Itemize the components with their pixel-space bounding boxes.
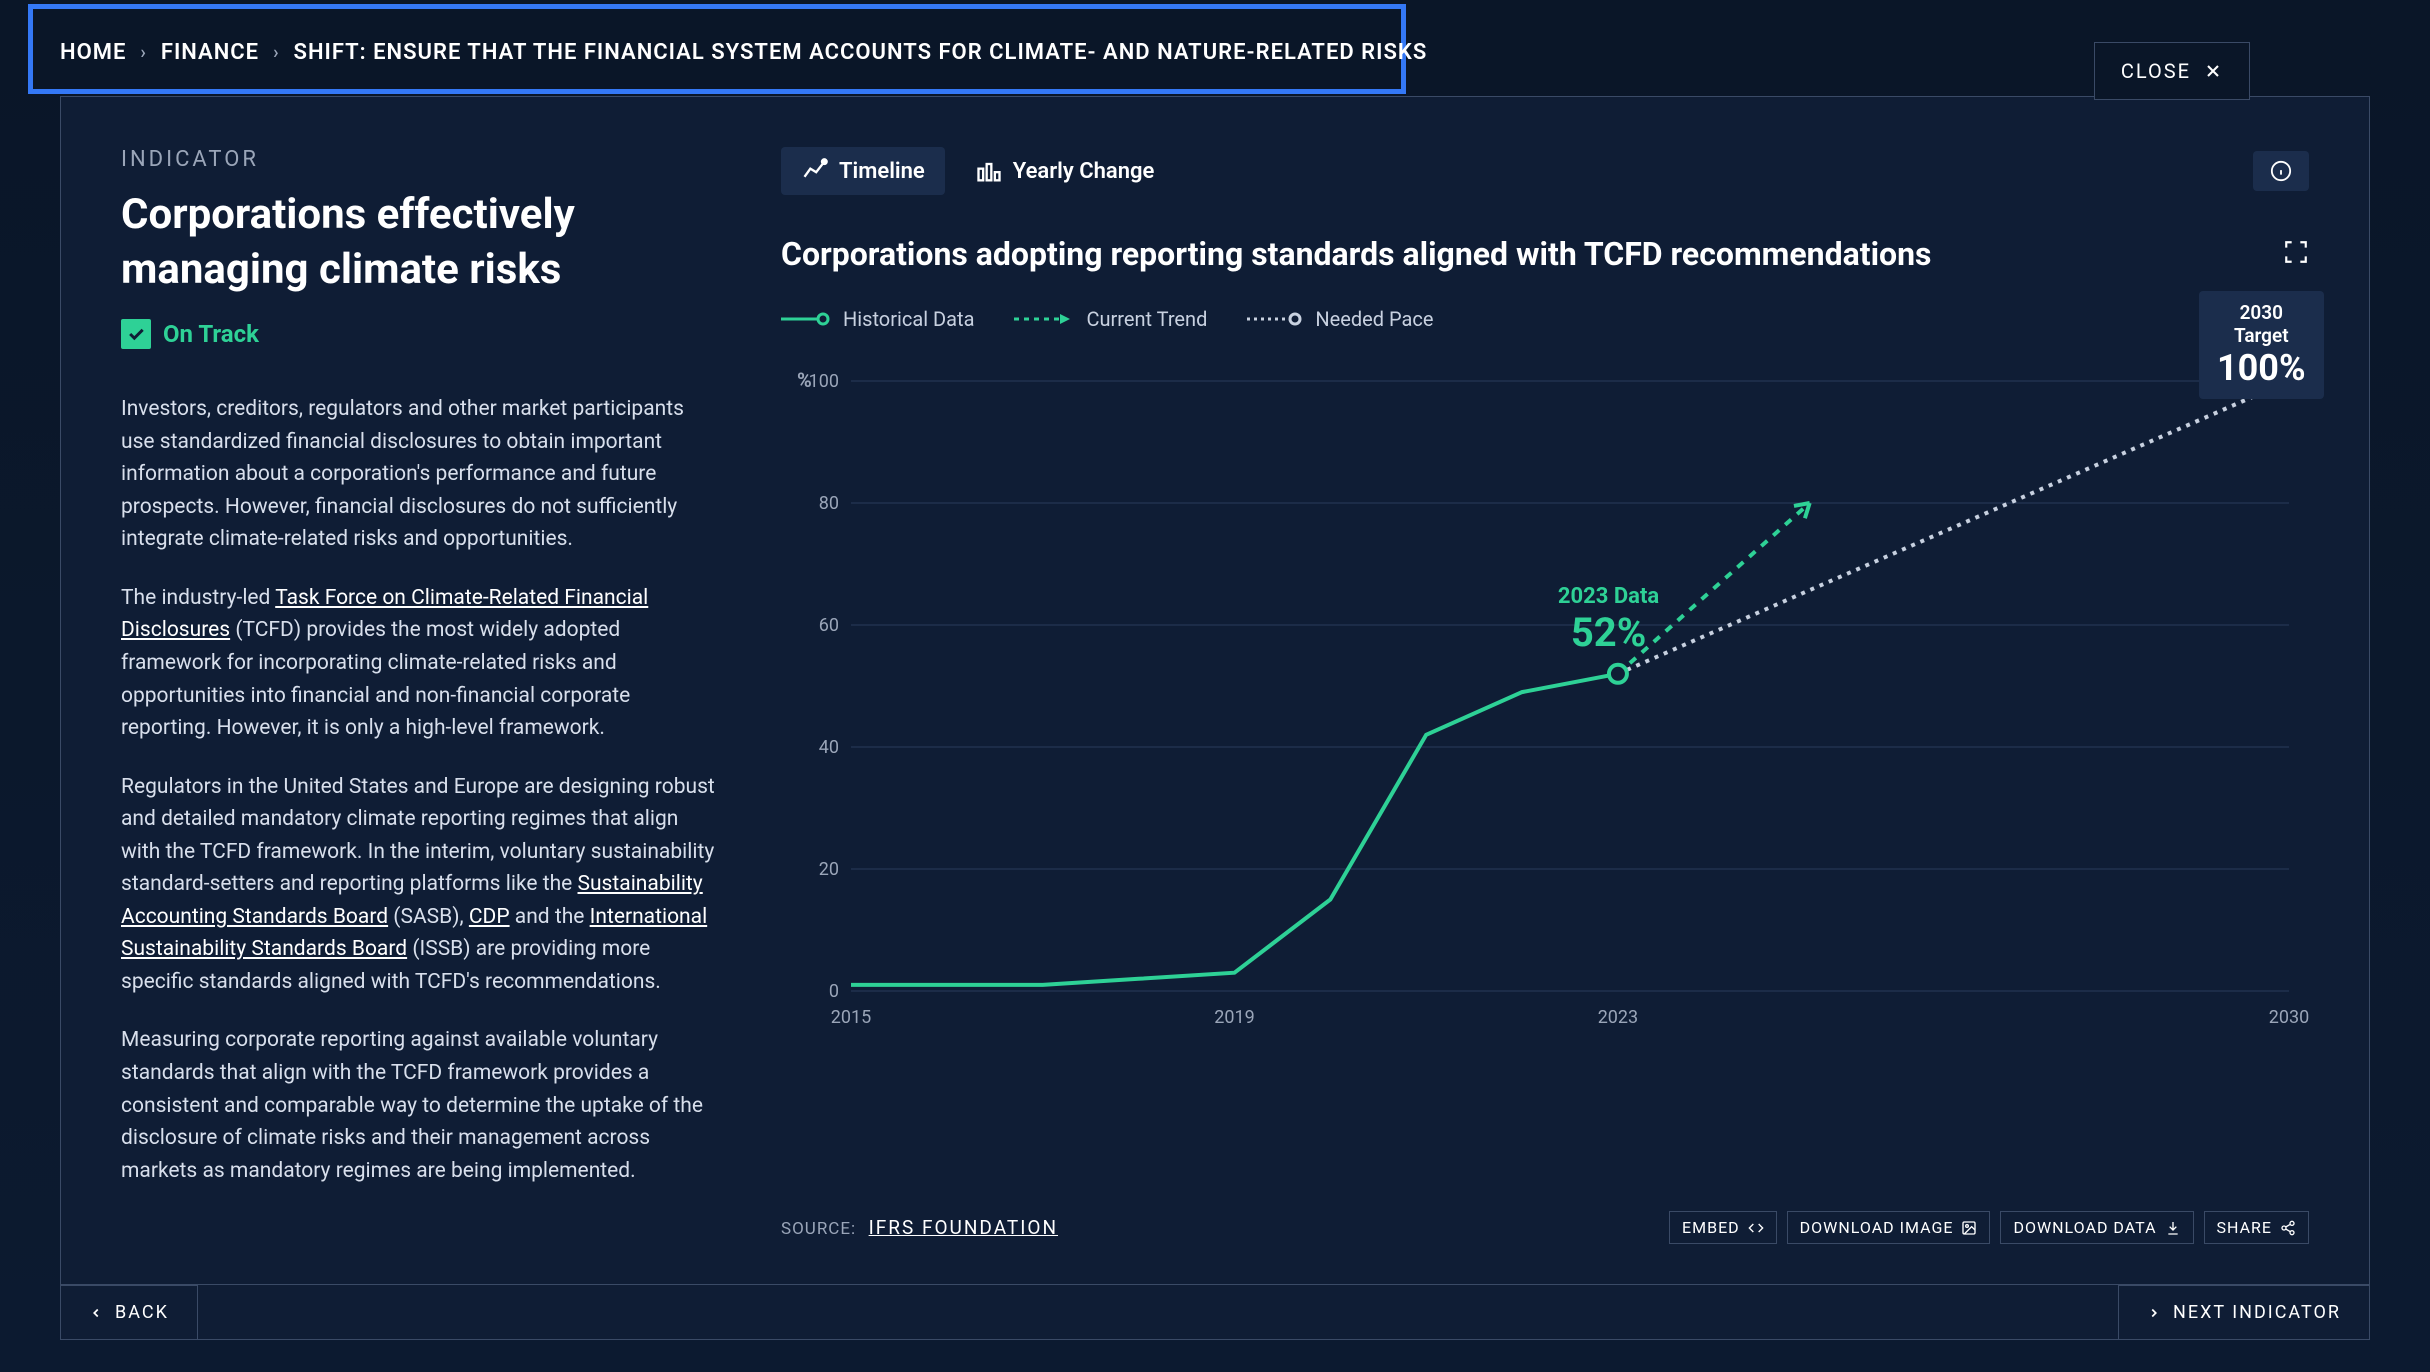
chevron-right-icon xyxy=(2147,1306,2161,1320)
chart-legend: Historical Data Current Trend Needed Pac… xyxy=(781,307,2309,331)
download-image-button[interactable]: DOWNLOAD IMAGE xyxy=(1787,1211,1991,1244)
close-icon xyxy=(2203,61,2223,81)
breadcrumb-shift: SHIFT: ENSURE THAT THE FINANCIAL SYSTEM … xyxy=(294,40,1428,65)
status-text: On Track xyxy=(163,320,259,348)
close-button[interactable]: CLOSE xyxy=(2094,42,2250,100)
body-text: Investors, creditors, regulators and oth… xyxy=(121,393,721,1187)
modal-footer: BACK NEXT INDICATOR xyxy=(61,1284,2369,1339)
download-icon xyxy=(2165,1220,2181,1236)
legend-needed: Needed Pace xyxy=(1247,307,1433,331)
body-p2: The industry-led Task Force on Climate-R… xyxy=(121,582,721,745)
info-button[interactable] xyxy=(2253,151,2309,191)
svg-text:2023: 2023 xyxy=(1598,1007,1638,1028)
back-button[interactable]: BACK xyxy=(61,1285,198,1339)
indicator-title: Corporations effectively managing climat… xyxy=(121,188,721,297)
target-label: 2030 Target xyxy=(2217,301,2306,347)
svg-text:20: 20 xyxy=(819,859,839,880)
breadcrumb-finance[interactable]: FINANCE xyxy=(161,40,259,65)
chevron-left-icon xyxy=(89,1306,103,1320)
link-cdp[interactable]: CDP xyxy=(469,905,510,929)
breadcrumb: HOME › FINANCE › SHIFT: ENSURE THAT THE … xyxy=(60,40,1427,65)
share-button[interactable]: SHARE xyxy=(2204,1211,2309,1244)
tab-timeline-label: Timeline xyxy=(839,159,925,184)
embed-button[interactable]: EMBED xyxy=(1669,1211,1777,1244)
target-badge: 2030 Target 100% xyxy=(2199,291,2324,399)
code-icon xyxy=(1748,1220,1764,1236)
chart-footer: SOURCE: IFRS FOUNDATION EMBED DOWNLOAD I… xyxy=(781,1191,2309,1284)
download-data-button[interactable]: DOWNLOAD DATA xyxy=(2000,1211,2193,1244)
legend-trend: Current Trend xyxy=(1014,307,1207,331)
right-panel: Timeline Yearly Change Corporations adop… xyxy=(781,147,2309,1284)
svg-text:%: % xyxy=(797,368,812,392)
source-link[interactable]: IFRS FOUNDATION xyxy=(869,1216,1058,1239)
current-data-label: 2023 Data xyxy=(1558,584,1659,609)
body-p4: Measuring corporate reporting against av… xyxy=(121,1024,721,1187)
next-indicator-button[interactable]: NEXT INDICATOR xyxy=(2118,1285,2369,1339)
fullscreen-button[interactable] xyxy=(2283,239,2309,269)
chart-svg: 0 20 40 60 80 100% 2015 2019 2023 2030 xyxy=(781,361,2309,1041)
chevron-right-icon: › xyxy=(273,42,279,63)
status-check-icon xyxy=(121,319,151,349)
target-value: 100% xyxy=(2217,347,2306,389)
tab-timeline[interactable]: Timeline xyxy=(781,147,945,195)
view-tabs: Timeline Yearly Change xyxy=(781,147,2309,195)
current-data-value: 52% xyxy=(1558,609,1659,656)
body-p3: Regulators in the United States and Euro… xyxy=(121,771,721,999)
tab-yearly-label: Yearly Change xyxy=(1013,159,1155,184)
svg-text:80: 80 xyxy=(819,493,839,514)
breadcrumb-home[interactable]: HOME xyxy=(60,40,126,65)
indicator-modal: INDICATOR Corporations effectively manag… xyxy=(60,96,2370,1340)
info-icon xyxy=(2270,160,2292,182)
status-row: On Track xyxy=(121,319,721,349)
svg-text:40: 40 xyxy=(819,737,839,758)
chart-area: 020406080100%2015201920232030 2030 Targe… xyxy=(781,361,2309,1191)
image-icon xyxy=(1961,1220,1977,1236)
svg-text:2030: 2030 xyxy=(2269,1007,2309,1028)
yearly-change-icon xyxy=(975,157,1003,185)
close-label: CLOSE xyxy=(2121,59,2191,83)
legend-historical: Historical Data xyxy=(781,307,974,331)
share-icon xyxy=(2280,1220,2296,1236)
svg-text:2019: 2019 xyxy=(1214,1007,1254,1028)
svg-text:100: 100 xyxy=(809,371,839,392)
svg-text:60: 60 xyxy=(819,615,839,636)
svg-text:2015: 2015 xyxy=(831,1007,871,1028)
timeline-icon xyxy=(801,157,829,185)
chevron-right-icon: › xyxy=(140,42,146,63)
svg-text:0: 0 xyxy=(829,981,839,1002)
tab-yearly[interactable]: Yearly Change xyxy=(955,147,1175,195)
current-data-badge: 2023 Data 52% xyxy=(1558,584,1659,656)
chart-title: Corporations adopting reporting standard… xyxy=(781,235,1931,273)
indicator-label: INDICATOR xyxy=(121,147,721,172)
action-buttons: EMBED DOWNLOAD IMAGE DOWNLOAD DATA SHARE xyxy=(1669,1211,2309,1244)
left-panel: INDICATOR Corporations effectively manag… xyxy=(121,147,721,1284)
source-label: SOURCE: xyxy=(781,1219,856,1239)
fullscreen-icon xyxy=(2283,239,2309,265)
body-p1: Investors, creditors, regulators and oth… xyxy=(121,393,721,556)
